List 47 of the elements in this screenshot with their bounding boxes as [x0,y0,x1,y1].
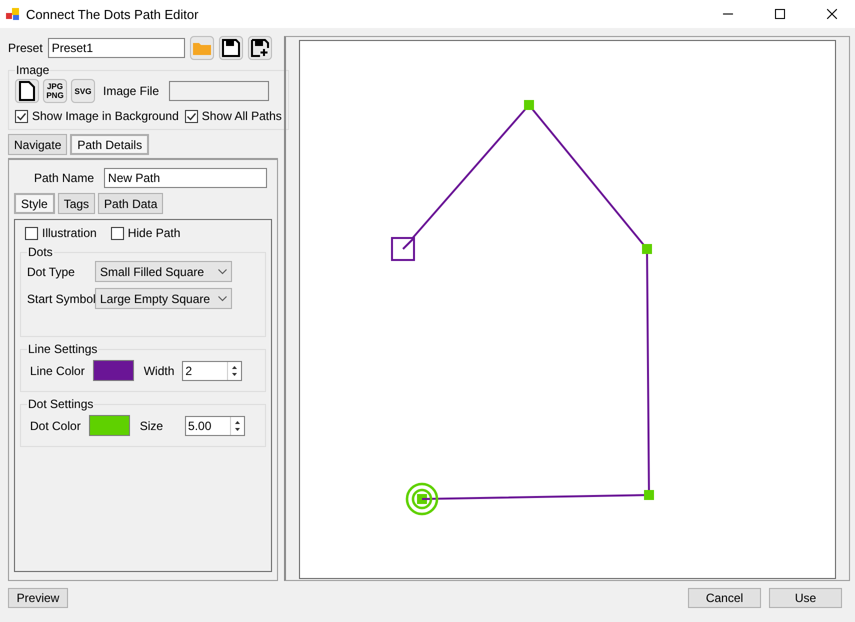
group-title: Line Settings [27,342,98,356]
dropdown[interactable]: Small Filled Square [95,261,232,282]
image-file-field[interactable] [169,81,270,101]
field-label: Width [144,364,174,378]
checkbox-label: Show All Paths [202,109,282,123]
checkbox[interactable] [25,226,38,240]
color-swatch[interactable] [88,415,130,436]
new-file-button[interactable] [15,79,39,103]
save-as-icon[interactable] [248,36,272,60]
field-label: Path Name [34,171,94,185]
image-button[interactable]: JPG PNG [43,79,67,103]
field-label: Preset [8,41,43,55]
tab[interactable]: Navigate [8,134,68,155]
checkbox[interactable] [184,110,198,122]
field-label: Start Symbol [27,292,95,306]
checkbox-label: Illustration [42,226,97,240]
dropdown[interactable]: Large Empty Square [95,288,232,309]
number-field[interactable]: 2 [182,360,242,380]
tab[interactable]: Style [14,193,55,214]
field-label: Line Color [30,364,85,378]
tab[interactable]: Path Data [98,193,164,214]
preview-button[interactable]: Preview [8,588,68,608]
chevron-down-icon [218,268,227,274]
tab[interactable]: Tags [58,193,96,214]
path-name-field[interactable]: New Path [104,168,268,188]
dialog-button[interactable]: Use [769,588,842,608]
group-title: Image [15,63,50,77]
group-title: Dot Settings [27,397,94,411]
checkbox[interactable] [110,226,124,240]
field-label: Size [140,418,164,432]
svg-button[interactable]: SVG [71,79,95,103]
checkbox-label: Hide Path [128,226,180,240]
window-title: Connect The Dots Path Editor [26,6,200,22]
app-icon [6,7,20,21]
field-label: Image File [103,84,160,98]
number-field[interactable]: 5.00 [185,416,246,436]
preset-field[interactable]: Preset1 [48,38,185,58]
checkbox-label: Show Image in Background [32,109,179,123]
field-label: Dot Color [30,418,81,432]
group-title: Dots [27,245,54,259]
chevron-down-icon [218,296,227,302]
field-label: Dot Type [27,264,76,278]
color-swatch[interactable] [92,360,134,381]
tab[interactable]: Path Details [70,134,150,155]
checkbox[interactable] [15,110,28,122]
dialog-button[interactable]: Cancel [688,588,761,608]
save-icon[interactable] [218,36,243,60]
